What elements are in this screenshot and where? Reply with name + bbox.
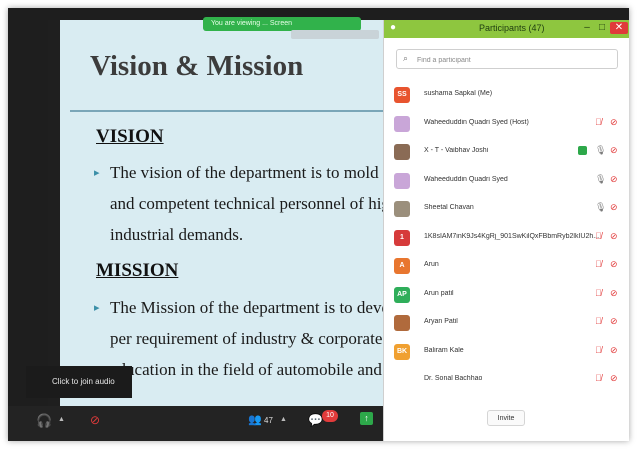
audio-menu-chevron-icon[interactable]: ▲ (58, 416, 65, 423)
participant-row[interactable]: AP Arun patil 🎙̸ ⊘ (394, 284, 626, 306)
avatar: A (394, 258, 410, 274)
video-off-icon[interactable]: ⊘ (610, 117, 618, 128)
participant-name: Sheetal Chavan (424, 204, 474, 211)
avatar (394, 144, 410, 160)
participant-name: Arun patil (424, 289, 454, 297)
participant-row[interactable]: BK Baliram Kale 🎙̸ ⊘ (394, 341, 626, 363)
participants-panel-title: Participants (47) (479, 23, 545, 33)
join-audio-label: Click to join audio (52, 377, 115, 386)
avatar: SS (394, 87, 410, 103)
mission-line-3: education in the field of automobile and… (110, 360, 390, 379)
video-off-icon[interactable]: ⊘ (610, 145, 618, 156)
mission-heading: MISSION (96, 260, 179, 281)
participant-row[interactable]: A Arun 🎙̸ ⊘ (394, 255, 626, 277)
invite-button[interactable]: Invite (487, 410, 525, 426)
video-off-icon[interactable]: ⊘ (610, 316, 618, 327)
participant-row[interactable]: 1 1K8sIAM7inK9Js4KgRj_901SwKilQxFBbmRyb2l… (394, 227, 626, 249)
chat-icon[interactable]: 💬 (308, 413, 323, 427)
avatar (394, 172, 410, 189)
start-video-icon[interactable]: ⊘ (90, 413, 100, 427)
vision-line-1: The vision of the department is to mold … (110, 163, 388, 182)
participants-icon[interactable]: 👥 (248, 413, 262, 426)
mic-muted-icon[interactable]: 🎙̸ (595, 316, 602, 326)
mic-muted-icon[interactable]: 🎙̸ (595, 288, 602, 298)
participant-name: X - T - Vaibhav Joshi (424, 147, 489, 154)
minimize-icon[interactable]: – (580, 22, 594, 34)
participant-row[interactable]: SS sushama Sapkal (Me) (394, 84, 626, 106)
participants-panel-header: ● Participants (47) – □ ✕ (384, 20, 629, 38)
mic-icon[interactable]: 🎙 (595, 145, 606, 156)
video-off-icon[interactable]: ⊘ (610, 345, 618, 356)
video-off-icon[interactable]: ⊘ (610, 373, 618, 384)
search-icon: ⌕ (403, 53, 409, 63)
chat-unread-badge: 10 (322, 410, 338, 422)
mission-line-1: The Mission of the department is to deve… (110, 298, 390, 317)
participant-name: sushama Sapkal (Me) (424, 90, 493, 97)
participant-search[interactable]: ⌕ (396, 49, 618, 69)
mic-muted-icon[interactable]: 🎙̸ (595, 373, 602, 383)
mic-muted-icon[interactable]: 🎙̸ (595, 117, 602, 127)
video-off-icon[interactable]: ⊘ (610, 174, 618, 185)
participant-name: Baliram Kale (424, 346, 464, 354)
slide-title: Vision & Mission (90, 50, 304, 82)
mission-line-2: per requirement of industry & corporate (110, 329, 383, 348)
view-options-button[interactable] (291, 30, 379, 39)
screen-sharing-icon (578, 146, 587, 155)
participants-chevron-icon[interactable]: ▲ (280, 416, 287, 423)
zoom-logo-icon: ● (389, 22, 397, 33)
participant-row[interactable]: Sheetal Chavan 🎙 ⊘ (394, 198, 626, 220)
bullet-arrow-icon: ▸ (94, 302, 100, 314)
vision-heading: VISION (96, 126, 164, 147)
mic-icon[interactable]: 🎙 (595, 174, 606, 185)
avatar: AP (394, 286, 410, 303)
slide-left-margin (48, 20, 60, 413)
video-off-icon[interactable]: ⊘ (610, 202, 618, 213)
participant-row[interactable]: Waheeduddin Quadri Syed (Host) 🎙̸ ⊘ (394, 113, 626, 135)
video-off-icon[interactable]: ⊘ (610, 231, 618, 242)
join-audio-icon[interactable]: 🎧 (36, 413, 52, 429)
participant-name: Aryan Patil (424, 318, 458, 325)
shared-slide: Vision & Mission VISION ▸ The vision of … (48, 20, 390, 413)
video-off-icon[interactable]: ⊘ (610, 259, 618, 270)
close-icon[interactable]: ✕ (610, 22, 628, 34)
mic-muted-icon[interactable]: 🎙̸ (595, 345, 602, 355)
participant-name: Waheeduddin Quadri Syed (Host) (424, 118, 529, 126)
participant-name: Arun (424, 261, 439, 268)
participant-row[interactable]: Waheeduddin Quadri Syed 🎙 ⊘ (394, 170, 626, 192)
vision-line-3: industrial demands. (110, 225, 244, 244)
participant-row[interactable]: X - T - Vaibhav Joshi 🎙 ⊘ (394, 141, 626, 163)
avatar: BK (394, 343, 410, 360)
maximize-icon[interactable]: □ (595, 22, 609, 34)
screen-share-banner[interactable]: You are viewing ... Screen (203, 17, 361, 31)
participant-search-input[interactable] (415, 52, 609, 68)
vision-line-2: and competent technical personnel of hig (110, 194, 390, 213)
avatar (394, 315, 410, 331)
bullet-arrow-icon: ▸ (94, 167, 100, 179)
participants-count: 47 (264, 416, 273, 425)
avatar (394, 372, 410, 388)
participant-name: Dr. Sonal Bachhao (424, 375, 483, 382)
participant-row[interactable]: Dr. Sonal Bachhao 🎙̸ ⊘ (394, 369, 626, 391)
mic-muted-icon[interactable]: 🎙̸ (595, 259, 602, 269)
participant-row[interactable]: Aryan Patil 🎙̸ ⊘ (394, 312, 626, 334)
participant-name: 1K8sIAM7inK9Js4KgRj_901SwKilQxFBbmRyb2lk… (424, 232, 600, 240)
avatar: 1 (394, 229, 410, 246)
mic-icon[interactable]: 🎙 (595, 202, 606, 213)
mic-muted-icon[interactable]: 🎙̸ (595, 231, 602, 241)
share-screen-icon[interactable]: ↑ (360, 412, 373, 425)
participant-name: Waheeduddin Quadri Syed (424, 175, 508, 183)
video-off-icon[interactable]: ⊘ (610, 288, 618, 299)
avatar (394, 201, 410, 217)
participants-panel: ● Participants (47) – □ ✕ ⌕ SS sushama Sa… (383, 20, 629, 441)
join-audio-tooltip[interactable]: Click to join audio (26, 366, 132, 398)
zoom-meeting-window: Vision & Mission VISION ▸ The vision of … (8, 8, 629, 441)
avatar (394, 115, 410, 132)
title-divider (70, 110, 390, 112)
